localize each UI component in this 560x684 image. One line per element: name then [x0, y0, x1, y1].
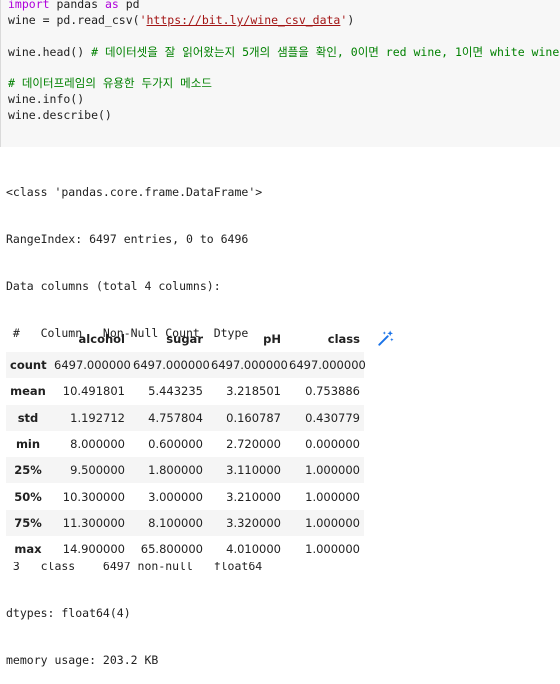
- table-row: mean 10.491801 5.443235 3.218501 0.753886: [6, 378, 364, 405]
- string-quote: ': [139, 13, 147, 27]
- table-cell: 8.100000: [148, 515, 203, 530]
- code-text: wine.describe(): [8, 108, 112, 122]
- table-cell: 3.218501: [226, 384, 281, 399]
- table-cell: 0.160787: [226, 410, 281, 425]
- code-line-read-csv: wine = pd.read_csv('https://bit.ly/wine_…: [8, 12, 354, 28]
- output-line: <class 'pandas.core.frame.DataFrame'>: [6, 185, 263, 200]
- code-text: wine = pd.read_csv(: [8, 13, 140, 27]
- code-comment: # 데이터셋을 잘 읽어왔는지 5개의 샘플을 확인, 0이면 red wine…: [91, 45, 560, 59]
- describe-table: alcohol sugar pH class count 6497.000000 6…: [6, 326, 366, 563]
- keyword: import: [8, 0, 50, 11]
- table-cell: 1.000000: [305, 515, 360, 530]
- table-cell: 1.800000: [148, 463, 203, 478]
- table-cell: 14.900000: [62, 542, 125, 557]
- table-cell: 3.110000: [226, 463, 281, 478]
- table-cell: 6497.000000: [289, 358, 366, 373]
- row-label: min: [15, 437, 41, 452]
- table-cell: 1.000000: [305, 542, 360, 557]
- table-cell: 0.753886: [305, 384, 360, 399]
- table-row: 75% 11.300000 8.100000 3.320000 1.000000: [6, 509, 364, 537]
- table-cell: 10.300000: [62, 489, 125, 504]
- table-cell: 3.210000: [226, 489, 281, 504]
- column-header: alcohol: [78, 332, 125, 346]
- table-cell: 10.491801: [62, 384, 125, 399]
- table-row: min 8.000000 0.600000 2.720000 0.000000: [6, 430, 364, 458]
- url-link[interactable]: https://bit.ly/wine_csv_data: [147, 13, 341, 27]
- code-cell[interactable]: import pandas as pd wine = pd.read_csv('…: [0, 0, 560, 147]
- table-cell: 0.000000: [305, 437, 360, 452]
- row-label: std: [17, 410, 39, 425]
- column-header: pH: [263, 332, 281, 346]
- table-cell: 6497.000000: [211, 358, 288, 373]
- table-row: count 6497.000000 6497.000000 6497.000000 64…: [6, 352, 366, 379]
- table-cell: 3.320000: [226, 515, 281, 530]
- table-cell: 11.300000: [62, 515, 125, 530]
- table-cell: 2.720000: [226, 437, 281, 452]
- table-header-row: alcohol sugar pH class: [6, 326, 364, 352]
- table-cell: 65.800000: [140, 542, 203, 557]
- output-line: dtypes: float64(4): [6, 606, 131, 621]
- table-row: 25% 9.500000 1.800000 3.110000 1.000000: [6, 457, 364, 484]
- code-line-info: wine.info(): [8, 91, 84, 107]
- row-label: mean: [10, 384, 46, 399]
- table-cell: 1.000000: [305, 463, 360, 478]
- code-text: pandas: [49, 0, 105, 11]
- row-label: 25%: [14, 463, 42, 478]
- magic-wand-button[interactable]: [372, 325, 400, 351]
- code-comment: # 데이터프레임의 유용한 두가지 메소드: [8, 76, 212, 90]
- column-header: sugar: [166, 332, 203, 346]
- code-text: ): [347, 13, 355, 27]
- table-cell: 4.010000: [226, 542, 281, 557]
- table-cell: 6497.000000: [54, 358, 131, 373]
- output-line: RangeIndex: 6497 entries, 0 to 6496: [6, 231, 249, 246]
- output-line: memory usage: 203.2 KB: [6, 653, 159, 667]
- code-line-comment: # 데이터프레임의 유용한 두가지 메소드: [8, 75, 212, 91]
- table-cell: 1.000000: [305, 489, 360, 504]
- table-cell: 8.000000: [70, 437, 125, 452]
- table-row: std 1.192712 4.757804 0.160787 0.430779: [6, 404, 364, 431]
- magic-wand-icon: [378, 330, 394, 346]
- table-cell: 0.430779: [305, 410, 360, 425]
- row-label: max: [14, 542, 42, 557]
- code-text: wine.info(): [8, 92, 85, 106]
- table-cell: 1.192712: [70, 410, 125, 425]
- table-cell: 6497.000000: [133, 358, 210, 373]
- describe-table-container: alcohol sugar pH class count 6497.000000 6…: [6, 326, 366, 563]
- code-text: pd: [118, 0, 140, 11]
- output-line: Data columns (total 4 columns):: [6, 278, 221, 293]
- code-line-head: wine.head() # 데이터셋을 잘 읽어왔는지 5개의 샘플을 확인, …: [8, 44, 559, 60]
- code-text: wine.head(): [8, 45, 92, 59]
- table-cell: 4.757804: [148, 410, 203, 425]
- row-label: 75%: [14, 515, 42, 530]
- keyword: as: [104, 0, 119, 11]
- row-label: count: [10, 358, 47, 373]
- table-cell: 5.443235: [148, 384, 203, 399]
- index-header: [6, 326, 50, 352]
- table-row: 50% 10.300000 3.000000 3.210000 1.000000: [6, 483, 364, 510]
- table-row: max 14.900000 65.800000 4.010000 1.000000: [6, 536, 364, 563]
- code-line-import: import pandas as pd: [8, 0, 140, 12]
- row-label: 50%: [14, 489, 42, 504]
- table-cell: 9.500000: [70, 463, 125, 478]
- column-header: class: [327, 332, 360, 346]
- code-line-describe: wine.describe(): [8, 107, 112, 123]
- table-cell: 0.600000: [148, 437, 203, 452]
- table-cell: 3.000000: [148, 489, 203, 504]
